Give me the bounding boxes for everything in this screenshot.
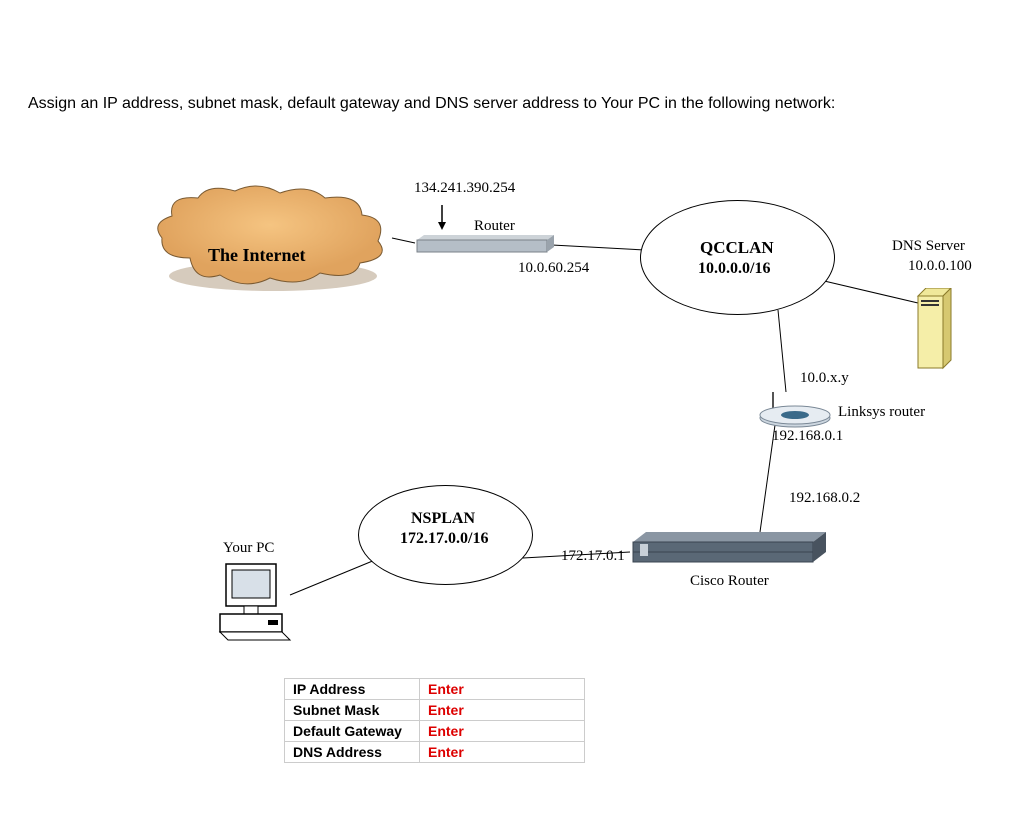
ip-address-label: IP Address	[285, 679, 420, 700]
config-table: IP Address Enter Subnet Mask Enter Defau…	[284, 678, 585, 763]
cisco-wan-ip: 192.168.0.2	[789, 490, 860, 507]
pc-label: Your PC	[223, 540, 274, 557]
table-row: IP Address Enter	[285, 679, 585, 700]
linksys-wan-ip: 10.0.x.y	[800, 370, 849, 387]
subnet-mask-label: Subnet Mask	[285, 700, 420, 721]
pc-icon	[218, 560, 293, 650]
dns-server-icon	[915, 288, 955, 373]
nsplan-cidr: 172.17.0.0/16	[400, 530, 488, 548]
subnet-mask-value[interactable]: Enter	[428, 702, 464, 718]
dns-address-label: DNS Address	[285, 742, 420, 763]
linksys-router-icon	[755, 390, 830, 430]
dns-address-value[interactable]: Enter	[428, 744, 464, 760]
dns-label: DNS Server	[892, 238, 965, 255]
table-row: DNS Address Enter	[285, 742, 585, 763]
edge-router-bottom-ip: 10.0.60.254	[518, 260, 589, 277]
ip-address-value[interactable]: Enter	[428, 681, 464, 697]
internet-cloud	[150, 183, 395, 288]
dns-ip: 10.0.0.100	[908, 258, 972, 275]
cisco-lan-ip: 172.17.0.1	[561, 548, 625, 565]
cisco-label: Cisco Router	[690, 573, 769, 590]
default-gateway-value[interactable]: Enter	[428, 723, 464, 739]
edge-router-icon	[412, 235, 557, 253]
edge-router-label: Router	[474, 218, 515, 235]
linksys-lan-ip: 192.168.0.1	[772, 428, 843, 445]
table-row: Subnet Mask Enter	[285, 700, 585, 721]
edge-router-top-ip: 134.241.390.254	[414, 180, 515, 197]
internet-label: The Internet	[208, 245, 306, 266]
qcclan-cidr: 10.0.0.0/16	[698, 260, 770, 278]
nsplan-name: NSPLAN	[411, 510, 475, 528]
table-row: Default Gateway Enter	[285, 721, 585, 742]
cisco-router-icon	[628, 530, 828, 565]
default-gateway-label: Default Gateway	[285, 721, 420, 742]
qcclan-name: QCCLAN	[700, 238, 774, 258]
linksys-label: Linksys router	[838, 404, 925, 421]
